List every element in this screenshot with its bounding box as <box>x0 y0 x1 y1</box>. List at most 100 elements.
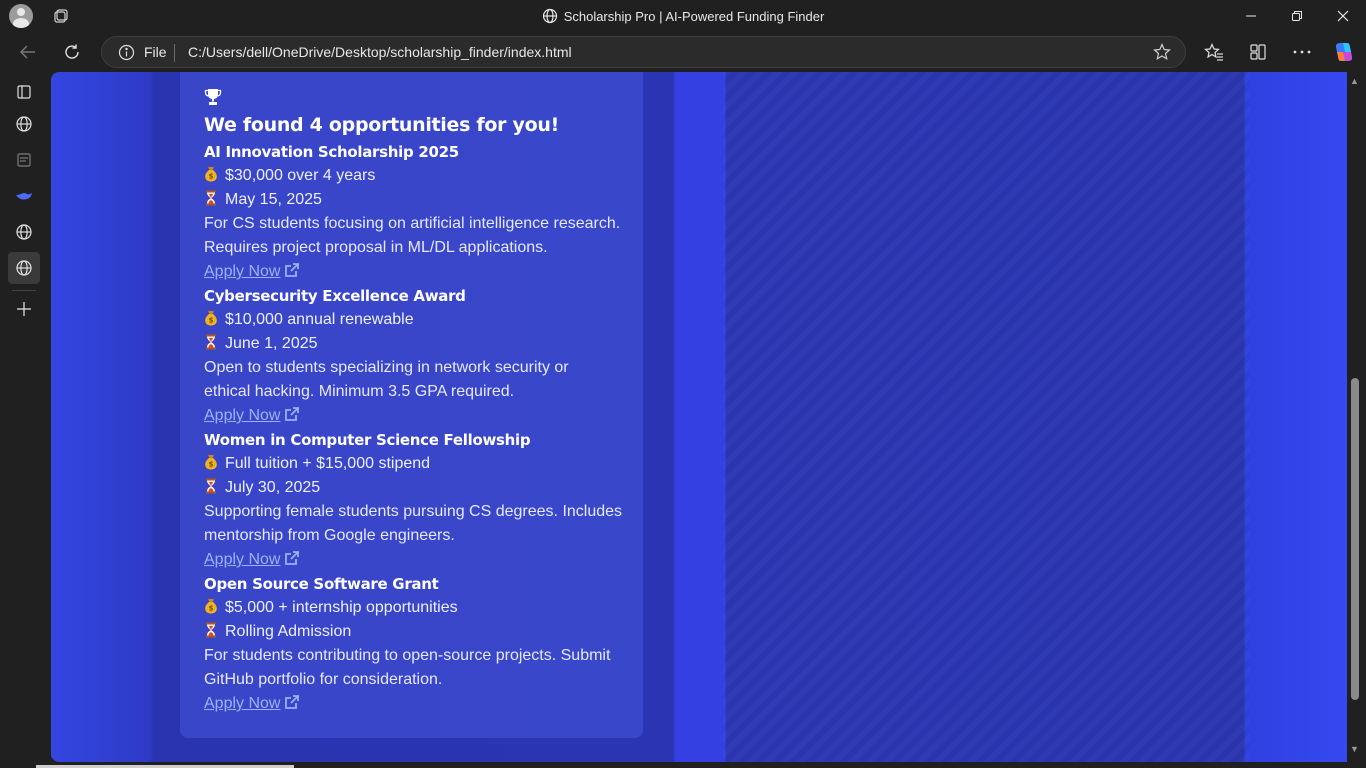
scholarship-deadline: May 15, 2025 <box>204 188 624 212</box>
apply-now-label: Apply Now <box>204 551 281 568</box>
hourglass-icon <box>206 190 216 206</box>
restore-icon <box>1292 11 1302 21</box>
scholarship-item: Open Source Software Grant $ $5,000 + inte… <box>204 572 624 716</box>
sidebar-tab-1[interactable] <box>12 112 36 136</box>
whale-icon <box>16 193 32 200</box>
scholarship-description-line: Requires project proposal in ML/DL appli… <box>204 239 548 256</box>
favorites-icon <box>1204 43 1223 61</box>
ellipsis-icon <box>1293 50 1311 54</box>
page-viewport: We found 4 opportunities for you! AI Inn… <box>51 72 1347 762</box>
deadline-text: June 1, 2025 <box>225 335 318 352</box>
money-bag-icon: $ <box>205 599 217 614</box>
amount-text: $10,000 annual renewable <box>225 311 414 328</box>
scholarship-item: AI Innovation Scholarship 2025 $ $30,000 o… <box>204 140 624 284</box>
money-bag-icon: $ <box>205 311 217 326</box>
scholarship-description-line: For CS students focusing on artificial i… <box>204 215 621 232</box>
scholarship-description-line: mentorship from Google engineers. <box>204 527 455 544</box>
sidebar-tab-active[interactable] <box>8 252 40 284</box>
bottom-edge <box>0 762 1366 768</box>
scroll-up-icon[interactable]: ▲ <box>1350 76 1359 86</box>
refresh-button[interactable] <box>56 36 88 68</box>
external-link-icon <box>285 263 300 277</box>
external-link-icon <box>285 407 300 421</box>
workspaces-icon[interactable] <box>54 8 70 24</box>
refresh-icon <box>65 44 79 59</box>
collections-button[interactable] <box>1242 36 1274 68</box>
copilot-button[interactable] <box>1328 36 1360 68</box>
scholarship-amount: $ Full tuition + $15,000 stipend <box>204 452 624 476</box>
hourglass-icon <box>206 478 216 494</box>
avatar-icon[interactable] <box>9 4 33 28</box>
apply-now-label: Apply Now <box>204 695 281 712</box>
document-icon <box>17 153 31 167</box>
trophy-icon <box>204 88 624 110</box>
external-link-icon <box>285 551 300 565</box>
minimize-button[interactable] <box>1228 0 1274 32</box>
apply-now-label: Apply Now <box>204 263 281 280</box>
url-text[interactable]: C:/Users/dell/OneDrive/Desktop/scholarsh… <box>188 44 572 60</box>
tab-actions-button[interactable] <box>12 80 36 104</box>
sidebar-tab-3[interactable] <box>12 184 36 208</box>
scholarship-list: AI Innovation Scholarship 2025 $ $30,000 o… <box>204 140 624 716</box>
scholarship-deadline: Rolling Admission <box>204 620 624 644</box>
address-bar[interactable]: File C:/Users/dell/OneDrive/Desktop/scho… <box>101 36 1186 68</box>
globe-icon <box>16 116 32 132</box>
globe-icon <box>16 224 32 240</box>
deadline-text: Rolling Admission <box>225 623 352 640</box>
more-options-button[interactable] <box>1286 36 1318 68</box>
scholarship-description-line: For students contributing to open-source… <box>204 647 611 664</box>
star-icon[interactable] <box>1153 43 1171 61</box>
window-title: Scholarship Pro | AI-Powered Funding Fin… <box>0 8 1366 24</box>
hourglass-icon <box>206 334 216 350</box>
apply-now-link[interactable]: Apply Now <box>204 692 300 716</box>
favorites-button[interactable] <box>1198 36 1230 68</box>
deadline-text: May 15, 2025 <box>225 191 322 208</box>
info-icon[interactable] <box>118 44 135 61</box>
restore-button[interactable] <box>1274 0 1320 32</box>
back-arrow-icon <box>20 45 35 59</box>
back-button[interactable] <box>12 36 44 68</box>
file-scheme-label[interactable]: File <box>144 44 167 60</box>
scholarship-item: Women in Computer Science Fellowship $ Ful… <box>204 428 624 572</box>
new-tab-button[interactable] <box>12 297 36 321</box>
scholarship-description-line: GitHub portfolio for consideration. <box>204 671 443 688</box>
page-scrollbar[interactable]: ▲ ▼ <box>1347 72 1366 762</box>
deadline-text: July 30, 2025 <box>225 479 321 496</box>
scholarship-deadline: June 1, 2025 <box>204 332 624 356</box>
results-card: We found 4 opportunities for you! AI Inn… <box>180 72 643 738</box>
sidebar-divider <box>12 290 36 291</box>
address-divider <box>174 44 175 62</box>
results-headline: We found 4 opportunities for you! <box>204 114 559 136</box>
scholarship-amount: $ $30,000 over 4 years <box>204 164 624 188</box>
scholarship-item: Cybersecurity Excellence Award $ $10,000 a… <box>204 284 624 428</box>
tab-actions-icon <box>17 85 31 99</box>
sidebar-tab-4[interactable] <box>12 220 36 244</box>
apply-now-link[interactable]: Apply Now <box>204 260 300 284</box>
scholarship-title: Open Source Software Grant <box>204 575 439 593</box>
globe-icon <box>542 8 557 24</box>
money-bag-icon: $ <box>205 167 217 182</box>
apply-now-label: Apply Now <box>204 407 281 424</box>
window-title-text: Scholarship Pro | AI-Powered Funding Fin… <box>563 9 825 24</box>
apply-now-link[interactable]: Apply Now <box>204 404 300 428</box>
scrollbar-thumb[interactable] <box>1351 378 1359 700</box>
svg-text:$: $ <box>209 461 214 469</box>
svg-text:$: $ <box>209 605 214 613</box>
scholarship-deadline: July 30, 2025 <box>204 476 624 500</box>
close-button[interactable] <box>1320 0 1366 32</box>
scholarship-amount: $ $10,000 annual renewable <box>204 308 624 332</box>
hourglass-icon <box>206 622 216 638</box>
close-icon <box>1337 10 1349 22</box>
amount-text: Full tuition + $15,000 stipend <box>225 455 431 472</box>
scholarship-description-line: ethical hacking. Minimum 3.5 GPA require… <box>204 383 515 400</box>
amount-text: $5,000 + internship opportunities <box>225 599 458 616</box>
plus-icon <box>17 302 31 316</box>
scroll-down-icon[interactable]: ▼ <box>1350 744 1359 754</box>
minimize-icon <box>1246 15 1256 17</box>
money-bag-icon: $ <box>205 455 217 470</box>
copilot-icon <box>1335 43 1353 61</box>
sidebar-tab-2[interactable] <box>12 148 36 172</box>
apply-now-link[interactable]: Apply Now <box>204 548 300 572</box>
browser-sidebar <box>0 72 48 768</box>
scholarship-title: Cybersecurity Excellence Award <box>204 287 466 305</box>
